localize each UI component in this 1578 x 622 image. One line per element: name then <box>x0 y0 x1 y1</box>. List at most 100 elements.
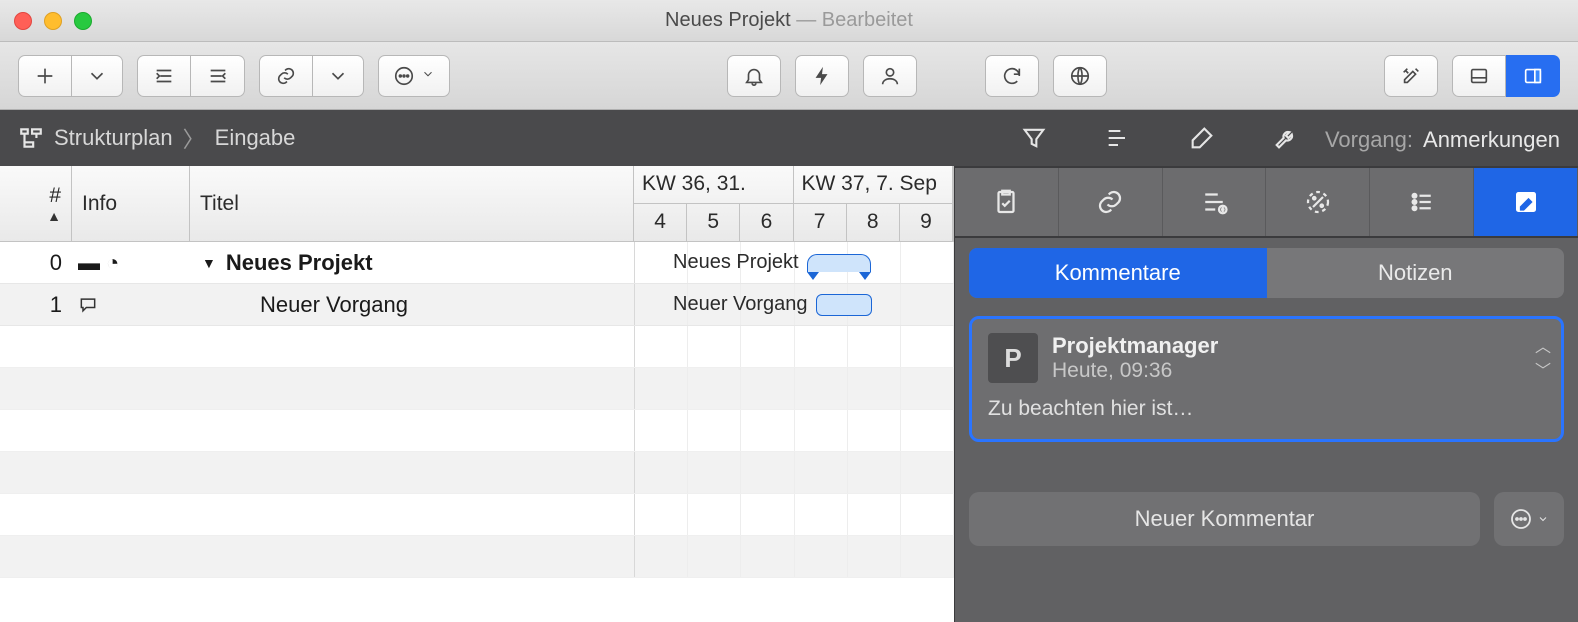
avatar: P <box>988 333 1038 383</box>
window-close-button[interactable] <box>14 12 32 30</box>
filter-icon[interactable] <box>1020 124 1048 152</box>
day-label: 7 <box>794 204 847 242</box>
inspector-section[interactable]: Anmerkungen <box>1423 127 1560 153</box>
person-icon <box>879 65 901 87</box>
indent-icon <box>153 65 175 87</box>
titlebar: Neues Projekt — Bearbeitet <box>0 0 1578 42</box>
subtab-comments[interactable]: Kommentare <box>969 248 1267 298</box>
table-body: 0 ▬ ◔ ▼ Neues Projekt Neues Projekt 1 <box>0 242 954 622</box>
inspector-tab-progress[interactable] <box>1266 168 1370 236</box>
inspector-tab-links[interactable] <box>1059 168 1163 236</box>
window-title: Neues Projekt — Bearbeitet <box>0 9 1578 32</box>
notifications-button[interactable] <box>727 55 781 97</box>
link-dropdown-button[interactable] <box>313 55 364 97</box>
action-menu-button[interactable] <box>378 55 450 97</box>
inspector-tab-checklist[interactable] <box>955 168 1059 236</box>
chevron-down-icon <box>327 65 349 87</box>
clipboard-check-icon <box>991 187 1021 217</box>
disclosure-triangle-icon[interactable]: ▼ <box>202 255 216 271</box>
breadcrumb[interactable]: Strukturplan 〉 Eingabe <box>18 122 295 154</box>
empty-row <box>0 410 954 452</box>
plus-icon <box>34 65 56 87</box>
panel-bottom-button[interactable] <box>1452 55 1506 97</box>
chevron-down-icon <box>86 65 108 87</box>
inspector-tab-list[interactable] <box>1370 168 1474 236</box>
sort-handle-icon[interactable]: ︿﹀ <box>1535 333 1547 381</box>
column-info[interactable]: Info <box>72 166 190 241</box>
wrench-icon[interactable] <box>1272 124 1300 152</box>
sync-button[interactable] <box>985 55 1039 97</box>
gantt-label: Neues Projekt <box>673 251 799 274</box>
network-icon <box>1069 65 1091 87</box>
inspector-label: Vorgang: <box>1325 127 1413 153</box>
comment-more-button[interactable] <box>1494 492 1564 546</box>
week-label: KW 37, 7. Sep <box>794 166 954 203</box>
panel-right-icon <box>1522 65 1544 87</box>
row-info: ▬ ◔ <box>72 250 190 276</box>
row-number: 1 <box>0 292 72 318</box>
row-title[interactable]: Neuer Vorgang <box>190 292 634 318</box>
inspector-subtabs: Kommentare Notizen <box>969 248 1564 298</box>
outdent-button[interactable] <box>191 55 245 97</box>
timeline-header[interactable]: KW 36, 31. KW 37, 7. Sep 4 5 6 7 8 9 <box>634 166 954 241</box>
main: # ▲ Info Titel KW 36, 31. KW 37, 7. Sep … <box>0 166 1578 622</box>
day-label: 6 <box>740 204 793 242</box>
table-row[interactable]: 1 Neuer Vorgang Neuer Vorgang <box>0 284 954 326</box>
inspector-pane: Vorgang: Anmerkungen <box>955 166 1578 622</box>
comment-body: Zu beachten hier ist… <box>988 397 1545 421</box>
share-button[interactable] <box>1053 55 1107 97</box>
bolt-icon <box>811 65 833 87</box>
window-zoom-button[interactable] <box>74 12 92 30</box>
add-dropdown-button[interactable] <box>72 55 123 97</box>
empty-row <box>0 368 954 410</box>
indent-button[interactable] <box>137 55 191 97</box>
tools-icon <box>1400 65 1422 87</box>
inspector-tab-notes[interactable] <box>1474 168 1578 236</box>
ellipsis-circle-icon <box>1509 507 1533 531</box>
chevron-down-icon <box>1537 513 1549 525</box>
table-header: # ▲ Info Titel KW 36, 31. KW 37, 7. Sep … <box>0 166 954 242</box>
gantt-summary-bar[interactable] <box>807 254 871 272</box>
column-title[interactable]: Titel <box>190 166 634 241</box>
link-icon <box>1095 187 1125 217</box>
row-info <box>72 295 190 315</box>
cost-icon <box>1199 187 1229 217</box>
style-icon[interactable] <box>1188 124 1216 152</box>
clock-icon: ◔ <box>106 250 119 276</box>
panel-right-button[interactable] <box>1506 55 1560 97</box>
window-title-text: Neues Projekt <box>665 9 791 31</box>
tools-button[interactable] <box>1384 55 1438 97</box>
row-title[interactable]: ▼ Neues Projekt <box>190 250 634 276</box>
table-row[interactable]: 0 ▬ ◔ ▼ Neues Projekt Neues Projekt <box>0 242 954 284</box>
gantt-settings-icon[interactable] <box>1104 124 1132 152</box>
new-comment-button[interactable]: Neuer Kommentar <box>969 492 1480 546</box>
breadcrumb-root[interactable]: Strukturplan <box>54 125 173 151</box>
toolbar <box>0 42 1578 110</box>
breadcrumb-current[interactable]: Eingabe <box>215 125 296 151</box>
comment-icon <box>78 295 98 315</box>
inspector-tab-finance[interactable] <box>1163 168 1267 236</box>
window-minimize-button[interactable] <box>44 12 62 30</box>
gantt-task-bar[interactable] <box>816 294 872 316</box>
comment-time: Heute, 09:36 <box>1052 359 1218 383</box>
bell-icon <box>743 65 765 87</box>
conflicts-button[interactable] <box>795 55 849 97</box>
outdent-icon <box>207 65 229 87</box>
subtab-notes[interactable]: Notizen <box>1267 248 1565 298</box>
day-label: 5 <box>687 204 740 242</box>
chevron-right-icon: 〉 <box>183 122 205 154</box>
column-number[interactable]: # ▲ <box>0 166 72 241</box>
add-button[interactable] <box>18 55 72 97</box>
percent-circle-icon <box>1303 187 1333 217</box>
comment-author: Projektmanager <box>1052 333 1218 359</box>
traffic-lights <box>14 12 92 30</box>
panel-bottom-icon <box>1468 65 1490 87</box>
outline-pane: # ▲ Info Titel KW 36, 31. KW 37, 7. Sep … <box>0 166 955 622</box>
chevron-down-icon <box>421 67 435 81</box>
empty-row <box>0 326 954 368</box>
sort-ascending-icon: ▲ <box>47 208 61 224</box>
empty-row <box>0 452 954 494</box>
link-button[interactable] <box>259 55 313 97</box>
comment-card[interactable]: ︿﹀ P Projektmanager Heute, 09:36 Zu beac… <box>969 316 1564 442</box>
resources-button[interactable] <box>863 55 917 97</box>
